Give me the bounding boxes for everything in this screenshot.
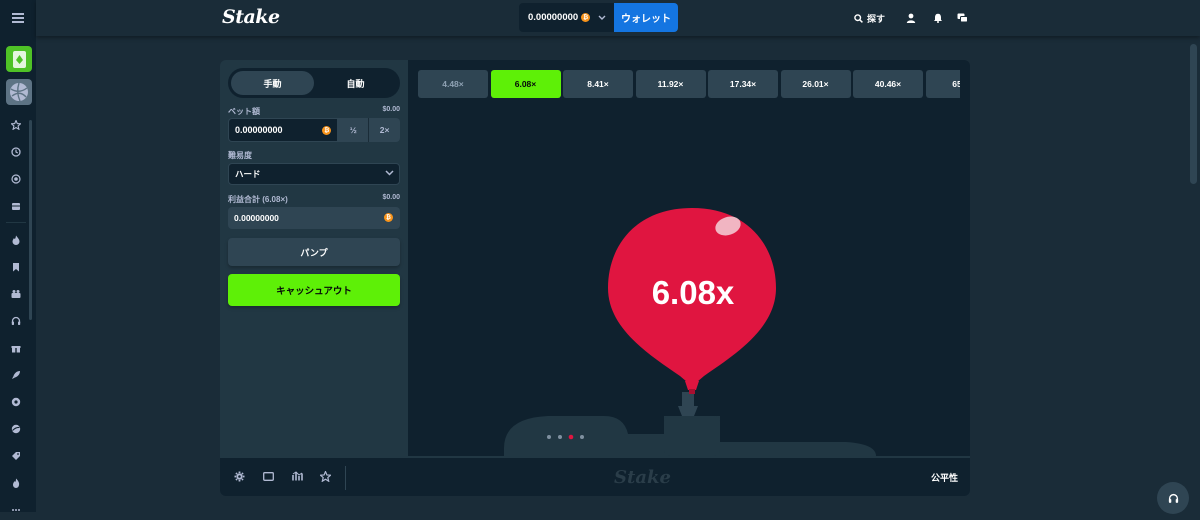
theater-icon[interactable] <box>261 469 275 483</box>
dice-icon[interactable] <box>6 284 26 304</box>
more-icon[interactable] <box>6 500 26 520</box>
balance-amount: 0.00000000 <box>528 12 579 23</box>
search-icon <box>854 13 863 23</box>
difficulty-label-row: 難易度 <box>228 150 400 161</box>
pump-machine <box>664 416 720 456</box>
flame-icon[interactable] <box>6 473 26 493</box>
difficulty-label: 難易度 <box>228 151 252 160</box>
search-label: 探す <box>867 13 886 24</box>
bet-amount-label: ベット額 <box>228 107 260 116</box>
fire-icon[interactable] <box>6 230 26 250</box>
headset-icon[interactable] <box>6 311 26 331</box>
tab-auto[interactable]: 自動 <box>314 71 397 95</box>
stake-logo[interactable]: Stake <box>222 6 280 28</box>
pump-game: 手動 自動 ベット額 $0.00 0.00000000 ₿ ½ 2× 難易度 ハ… <box>220 60 970 496</box>
chat-icon[interactable] <box>955 11 969 25</box>
footer-stake-logo: Stake <box>614 467 671 488</box>
bet-amount-label-row: ベット額 $0.00 <box>228 106 400 117</box>
sports-thumb[interactable] <box>6 79 32 105</box>
indicator-dot <box>580 435 584 439</box>
balance-selector[interactable]: 0.00000000 ₿ <box>519 3 614 32</box>
difficulty-value: ハード <box>235 169 261 179</box>
half-bet-button[interactable]: ½ <box>338 118 370 142</box>
bitcoin-icon: ₿ <box>384 213 393 222</box>
bitcoin-icon: ₿ <box>581 13 591 22</box>
headset-icon <box>1168 493 1178 503</box>
casino-thumb[interactable] <box>6 46 32 72</box>
indicator-dot-active <box>568 434 574 440</box>
game-stage: 4.48× 6.08× 8.41× 11.92× 17.34× 26.01× 40.46× 6… <box>408 60 970 456</box>
bitcoin-icon: ₿ <box>322 126 332 135</box>
profit-label: 利益合計 (6.08×) <box>228 195 288 204</box>
tag-icon[interactable] <box>6 446 26 466</box>
fairness-link[interactable]: 公平性 <box>931 471 958 484</box>
star-icon[interactable] <box>318 469 332 483</box>
bet-amount-input[interactable]: 0.00000000 ₿ <box>229 119 338 141</box>
double-bet-button[interactable]: 2× <box>369 118 400 142</box>
tab-manual[interactable]: 手動 <box>231 71 314 95</box>
balloon-multiplier: 6.08x <box>651 274 735 311</box>
cashout-button[interactable]: キャッシュアウト <box>228 274 400 306</box>
difficulty-select[interactable]: ハード <box>228 163 400 185</box>
menu-icon[interactable] <box>0 0 36 36</box>
search-button[interactable]: 探す <box>854 10 885 26</box>
balloon-knot <box>685 381 699 390</box>
bookmark-icon[interactable] <box>6 257 26 277</box>
bet-amount-value: 0.00000000 <box>235 125 283 135</box>
top-header: Stake 0.00000000 ₿ ウォレット 探す <box>36 0 1200 36</box>
profit-value: 0.00000000 <box>234 213 279 223</box>
bell-icon[interactable] <box>931 11 945 25</box>
profit-field: 0.00000000 ₿ <box>228 207 400 229</box>
gear-icon[interactable] <box>232 469 246 483</box>
balloon-neck <box>689 389 695 394</box>
indicator-dot <box>547 435 551 439</box>
chevron-down-icon <box>385 170 394 176</box>
stats-icon[interactable] <box>290 469 304 483</box>
footer-divider <box>345 466 346 490</box>
support-chat-button[interactable] <box>1157 482 1189 514</box>
bet-panel: 手動 自動 ベット額 $0.00 0.00000000 ₿ ½ 2× 難易度 ハ… <box>220 60 408 456</box>
target-icon[interactable] <box>6 169 26 189</box>
pump-button[interactable]: パンプ <box>228 238 400 266</box>
balloon-scene <box>504 208 876 456</box>
chevron-down-icon <box>598 15 606 20</box>
chest-icon[interactable] <box>6 196 26 216</box>
history-icon[interactable] <box>6 142 26 162</box>
profit-label-row: 利益合計 (6.08×) $0.00 <box>228 194 400 205</box>
rocket-icon[interactable] <box>6 365 26 385</box>
globe-icon[interactable] <box>6 392 26 412</box>
profit-usd: $0.00 <box>382 194 400 201</box>
sport-icon[interactable] <box>6 419 26 439</box>
mode-toggle: 手動 自動 <box>228 68 400 98</box>
page-scrollbar[interactable] <box>1190 44 1197 184</box>
game-footer: Stake 公平性 <box>220 456 970 496</box>
indicator-dot <box>558 435 562 439</box>
star-icon[interactable] <box>6 115 26 135</box>
pump-nozzle <box>682 392 694 406</box>
rail-scrollbar[interactable] <box>29 120 32 320</box>
bet-amount-usd: $0.00 <box>382 106 400 113</box>
gift-icon[interactable] <box>6 338 26 358</box>
pump-nozzle-base <box>678 406 698 416</box>
bet-amount-group: 0.00000000 ₿ ½ 2× <box>228 118 400 142</box>
wallet-button[interactable]: ウォレット <box>614 3 678 32</box>
user-icon[interactable] <box>904 11 918 25</box>
left-rail <box>0 0 36 512</box>
